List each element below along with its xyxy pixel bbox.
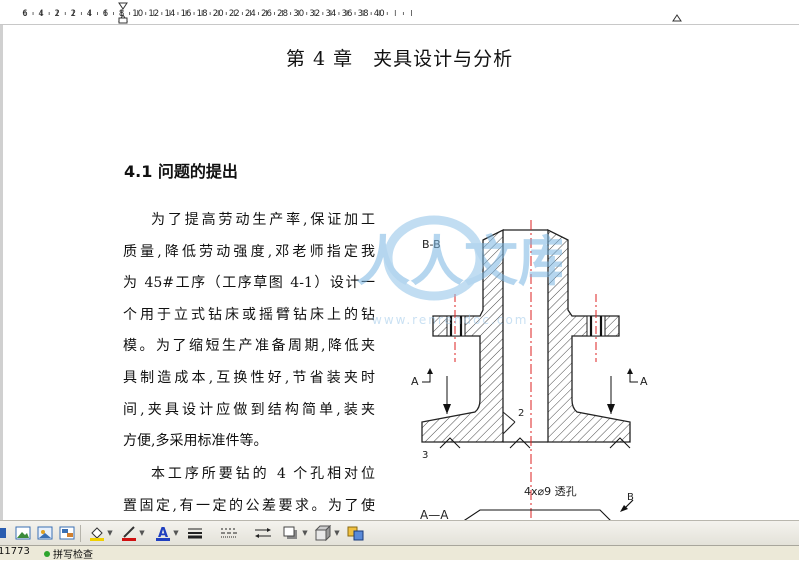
ruler-label: 40 xyxy=(374,9,385,19)
text-line: 为 45#工序（工序草图 4-1）设计一 xyxy=(123,275,375,292)
hole-note: 4x⌀9 透孔 xyxy=(524,485,577,498)
toolbar-separator xyxy=(80,525,81,542)
status-bar: 11773 拼写检查 xyxy=(0,545,799,561)
drawing-toolbar: ▼ ▼ A ▼ ▼ ▼ xyxy=(0,520,799,546)
ruler-label: 28 xyxy=(277,9,288,19)
right-indent-marker xyxy=(672,14,682,22)
ruler-label: 16 xyxy=(181,9,192,19)
fill-color-swatch xyxy=(90,538,105,541)
paragraph-1[interactable]: 为了提高劳动生产率,保证加工 质量,降低劳动强度,邓老师指定我 为 45#工序（… xyxy=(123,205,375,458)
draw-icon[interactable] xyxy=(0,524,10,542)
ruler-label: 36 xyxy=(342,9,353,19)
ruler-label: 32 xyxy=(309,9,320,19)
section-bb-label: B-B xyxy=(422,238,441,251)
horizontal-ruler[interactable]: 6 4 2 2 4 6 8 10 12 14 16 18 20 22 24 26 28 30 32 34 36 38 40 xyxy=(0,0,799,25)
section-heading: 4.1 问题的提出 xyxy=(124,162,238,181)
fill-color-icon[interactable]: ▼ xyxy=(86,524,116,542)
ruler-label: 2 xyxy=(54,9,59,19)
arrange-icon[interactable] xyxy=(346,524,366,542)
process-sketch-drawing: B-B A A 2 3 4x⌀9 透孔 B A—A xyxy=(411,220,648,522)
text-line: 具制造成本,互换性好,节省装夹时 xyxy=(123,369,375,386)
ruler-label: 20 xyxy=(213,9,224,19)
font-color-icon[interactable]: A ▼ xyxy=(152,524,182,542)
b-label: B xyxy=(627,492,634,503)
spell-check-indicator-icon xyxy=(44,550,50,557)
line-color-icon[interactable]: ▼ xyxy=(118,524,148,542)
ruler-label: 10 xyxy=(132,9,143,19)
status-position: 11773 xyxy=(0,546,30,557)
hole-left xyxy=(446,315,466,337)
text-line: 方便,多采用标准件等。 xyxy=(123,433,268,450)
page-left-edge xyxy=(0,25,3,520)
ruler-label: 4 xyxy=(87,9,92,19)
hanging-indent-marker xyxy=(118,17,128,24)
dash-style-icon[interactable] xyxy=(216,524,242,542)
text-line: 个用于立式钻床或摇臂钻床上的钻 xyxy=(123,306,375,323)
ruler-label: 6 xyxy=(22,9,27,19)
insert-wordart-icon[interactable] xyxy=(58,524,76,542)
a-label-left: A xyxy=(411,375,419,388)
ruler-label: 6 xyxy=(103,9,108,19)
ruler-label: 12 xyxy=(148,9,159,19)
callout-2: 2 xyxy=(518,408,524,419)
chapter-title: 第 4 章 夹具设计与分析 xyxy=(285,48,514,70)
a-label-right: A xyxy=(640,375,648,388)
ruler-scale: 6 4 2 2 4 6 8 10 12 14 16 18 20 22 24 26 28 30 32 34 36 38 40 xyxy=(22,2,682,24)
ruler-label: 34 xyxy=(325,9,336,19)
text-line: 为了提高劳动生产率,保证加工 xyxy=(151,212,375,228)
3d-icon[interactable]: ▼ xyxy=(314,524,340,542)
text-line: 本工序所要钻的 4 个孔相对位 xyxy=(151,466,375,482)
arrow-style-icon[interactable] xyxy=(250,524,276,542)
ruler-label: 26 xyxy=(261,9,272,19)
text-line: 置固定,有一定的公差要求。为了使 xyxy=(123,497,375,514)
ruler-label: 4 xyxy=(38,9,43,19)
insert-image-icon[interactable] xyxy=(36,524,54,542)
font-color-swatch xyxy=(156,538,171,541)
shadow-icon[interactable]: ▼ xyxy=(282,524,308,542)
ruler-label: 2 xyxy=(71,9,76,19)
ruler-label: 38 xyxy=(358,9,369,19)
text-line: 模。为了缩短生产准备周期,降低夹 xyxy=(123,338,375,355)
line-style-icon[interactable] xyxy=(186,524,204,542)
callout-3: 3 xyxy=(422,450,428,461)
ruler-label: 18 xyxy=(197,9,208,19)
paragraph-2[interactable]: 本工序所要钻的 4 个孔相对位 置固定,有一定的公差要求。为了使 xyxy=(123,459,375,522)
ruler-label: 22 xyxy=(229,9,240,19)
ruler-label: 30 xyxy=(293,9,304,19)
ruler-label: 24 xyxy=(245,9,256,19)
text-line: 间,夹具设计应做到结构简单,装夹 xyxy=(123,401,375,418)
ruler-label: 14 xyxy=(164,9,175,19)
line-color-swatch xyxy=(122,538,137,541)
insert-picture-icon[interactable] xyxy=(14,524,32,542)
text-line: 质量,降低劳动强度,邓老师指定我 xyxy=(123,243,375,260)
